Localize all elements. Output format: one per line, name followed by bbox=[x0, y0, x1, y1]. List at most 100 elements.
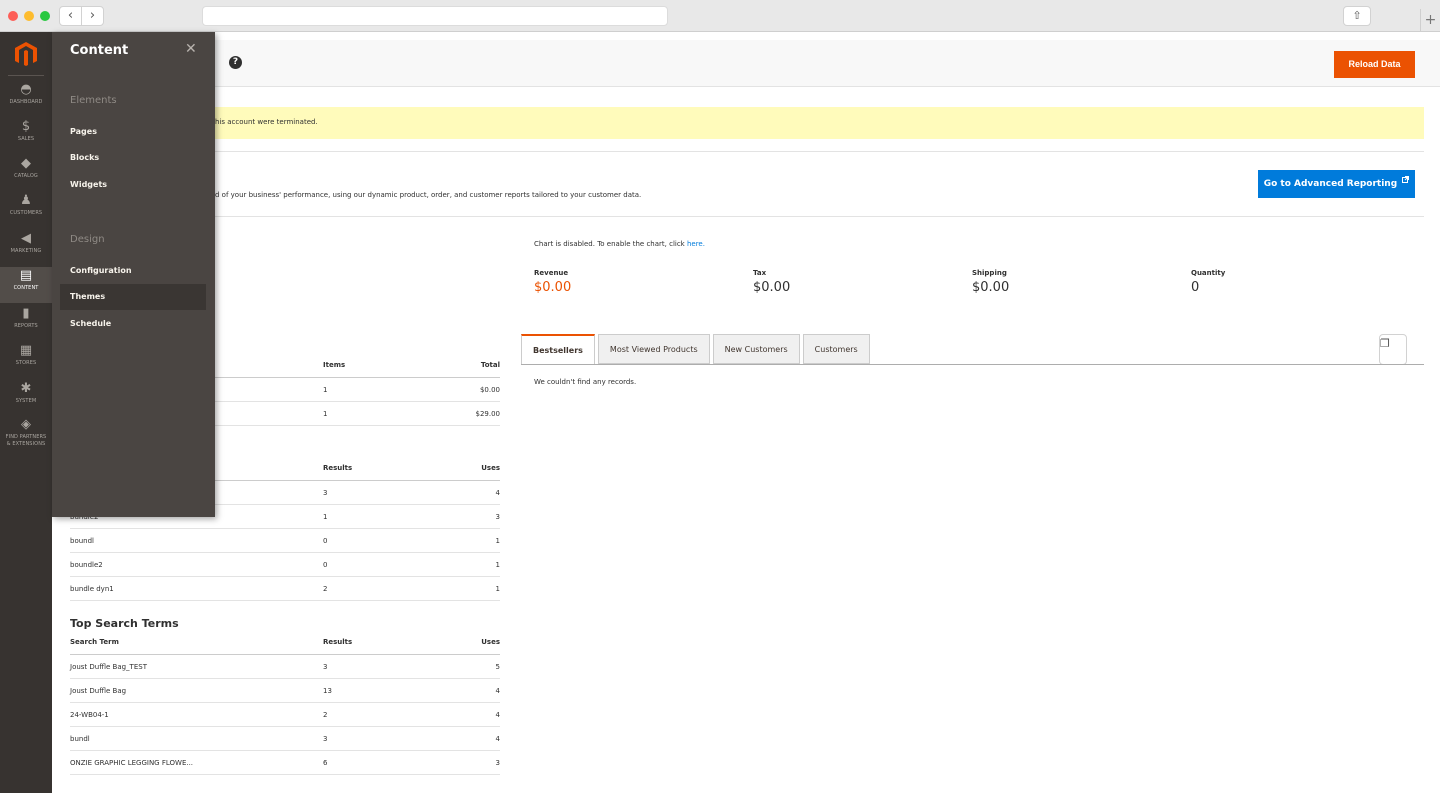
stat-label: Quantity bbox=[1191, 269, 1226, 277]
person-icon: ♟ bbox=[20, 193, 32, 208]
cell-total: $0.00 bbox=[479, 386, 500, 394]
cell-uses: 1 bbox=[495, 537, 500, 545]
table-row[interactable]: Joust Duffle Bag_TEST 3 5 bbox=[70, 655, 500, 679]
table-row[interactable]: boundl 0 1 bbox=[70, 529, 500, 553]
sidebar-item-label: CATALOG bbox=[14, 173, 38, 179]
reload-data-button[interactable]: Reload Data bbox=[1334, 51, 1415, 78]
forward-icon[interactable]: › bbox=[82, 7, 103, 25]
magento-logo-icon[interactable] bbox=[13, 41, 39, 67]
share-icon[interactable]: ⇧ bbox=[1343, 6, 1371, 26]
sidebar-item-sales[interactable]: $ SALES bbox=[0, 118, 52, 154]
new-tab-icon[interactable]: + bbox=[1420, 9, 1440, 31]
address-bar[interactable] bbox=[202, 6, 668, 26]
cell-term: ONZIE GRAPHIC LEGGING FLOWE... bbox=[70, 759, 194, 767]
cell-term: 24-WB04-1 bbox=[70, 711, 109, 719]
cell-uses: 4 bbox=[495, 687, 500, 695]
dollar-icon: $ bbox=[21, 119, 31, 134]
advanced-reporting-label: Go to Advanced Reporting bbox=[1263, 179, 1398, 189]
history-nav: ‹ › bbox=[59, 6, 104, 26]
cell-term: Joust Duffle Bag_TEST bbox=[70, 663, 147, 671]
cell-term: bundle dyn1 bbox=[70, 585, 114, 593]
minimize-window-button[interactable] bbox=[24, 11, 34, 21]
cell-total: $29.00 bbox=[475, 410, 501, 418]
tab-new-customers[interactable]: New Customers bbox=[712, 334, 800, 364]
column-header-items: Items bbox=[323, 361, 346, 369]
flyout-link-configuration[interactable]: Configuration bbox=[70, 266, 132, 275]
table-row[interactable]: 24-WB04-1 2 4 bbox=[70, 703, 500, 727]
cell-results: 2 bbox=[323, 711, 328, 719]
sidebar-item-catalog[interactable]: ◆ CATALOG bbox=[0, 155, 52, 191]
back-icon[interactable]: ‹ bbox=[60, 7, 82, 25]
table-row[interactable]: Joust Duffle Bag 13 4 bbox=[70, 679, 500, 703]
cube-icon: ◆ bbox=[21, 156, 31, 171]
box-icon: ◈ bbox=[21, 417, 31, 432]
dashboard-tabs: Bestsellers Most Viewed Products New Cus… bbox=[521, 334, 873, 365]
flyout-link-themes[interactable]: Themes bbox=[60, 284, 206, 310]
sidebar-item-label: & EXTENSIONS bbox=[6, 441, 46, 447]
cell-items: 1 bbox=[323, 386, 328, 394]
tabs-overview-icon[interactable]: ❐ bbox=[1379, 334, 1407, 365]
cell-uses: 4 bbox=[495, 489, 500, 497]
sidebar-item-label: STORES bbox=[15, 360, 37, 366]
flyout-link-widgets[interactable]: Widgets bbox=[70, 180, 107, 189]
table-row[interactable]: bundl 3 4 bbox=[70, 727, 500, 751]
close-window-button[interactable] bbox=[8, 11, 18, 21]
close-icon[interactable]: ✕ bbox=[185, 41, 197, 57]
table-row[interactable]: ONZIE GRAPHIC LEGGING FLOWE... 6 3 bbox=[70, 751, 500, 775]
stat-label: Shipping bbox=[972, 269, 1007, 277]
sidebar-item-content[interactable]: ▤ CONTENT bbox=[0, 267, 52, 303]
table-row[interactable]: bundle dyn1 2 1 bbox=[70, 577, 500, 601]
zoom-window-button[interactable] bbox=[40, 11, 50, 21]
cell-term: boundl bbox=[70, 537, 94, 545]
sidebar-item-dashboard[interactable]: ◓ DASHBOARD bbox=[0, 81, 52, 117]
sidebar-item-stores[interactable]: ▦ STORES bbox=[0, 342, 52, 378]
column-header-uses: Uses bbox=[481, 464, 500, 472]
stat-value: $0.00 bbox=[972, 280, 1010, 295]
flyout-link-schedule[interactable]: Schedule bbox=[70, 319, 111, 328]
cell-uses: 4 bbox=[495, 711, 500, 719]
content-flyout-menu: Content ✕ Elements Pages Blocks Widgets … bbox=[52, 32, 215, 517]
advanced-reporting-button[interactable]: Go to Advanced Reporting bbox=[1258, 170, 1415, 198]
sidebar-item-label: CUSTOMERS bbox=[9, 210, 43, 216]
stat-tax: Tax $0.00 bbox=[753, 269, 790, 295]
cell-uses: 1 bbox=[495, 585, 500, 593]
enable-chart-link[interactable]: here. bbox=[687, 240, 705, 248]
cell-term: boundle2 bbox=[70, 561, 103, 569]
help-icon[interactable]: ? bbox=[229, 56, 242, 69]
sidebar-item-label: DASHBOARD bbox=[9, 99, 43, 105]
column-header-results: Results bbox=[323, 464, 353, 472]
tab-most-viewed-products[interactable]: Most Viewed Products bbox=[597, 334, 710, 364]
table-row[interactable]: boundle2 0 1 bbox=[70, 553, 500, 577]
flyout-link-pages[interactable]: Pages bbox=[70, 127, 97, 136]
sidebar-item-reports[interactable]: ▮ REPORTS bbox=[0, 305, 52, 341]
chart-disabled-note: Chart is disabled. To enable the chart, … bbox=[534, 240, 705, 248]
cell-uses: 1 bbox=[495, 561, 500, 569]
tab-customers[interactable]: Customers bbox=[802, 334, 870, 364]
store-icon: ▦ bbox=[19, 343, 33, 358]
sidebar-item-label: SALES bbox=[17, 136, 35, 142]
column-header-total: Total bbox=[480, 361, 500, 369]
cell-items: 1 bbox=[323, 410, 328, 418]
external-link-icon bbox=[1402, 176, 1410, 183]
sidebar-item-find-partners[interactable]: ◈ FIND PARTNERS & EXTENSIONS bbox=[0, 416, 52, 452]
flyout-link-blocks[interactable]: Blocks bbox=[70, 153, 99, 162]
sidebar-item-customers[interactable]: ♟ CUSTOMERS bbox=[0, 192, 52, 228]
stat-revenue: Revenue $0.00 bbox=[534, 269, 571, 295]
sidebar-item-marketing[interactable]: ◀ MARKETING bbox=[0, 230, 52, 266]
stat-value: 0 bbox=[1191, 280, 1200, 295]
cell-results: 3 bbox=[323, 735, 328, 743]
sidebar-item-label: CONTENT bbox=[13, 285, 39, 291]
cell-term: bundl bbox=[70, 735, 90, 743]
flyout-heading-design: Design bbox=[70, 234, 105, 245]
flyout-title: Content bbox=[70, 43, 129, 58]
sidebar-item-label: FIND PARTNERS bbox=[5, 434, 47, 440]
layout-icon: ▤ bbox=[19, 268, 33, 283]
cell-uses: 3 bbox=[495, 759, 500, 767]
megaphone-icon: ◀ bbox=[21, 231, 31, 246]
sidebar-item-system[interactable]: ✱ SYSTEM bbox=[0, 380, 52, 416]
tab-bestsellers[interactable]: Bestsellers bbox=[521, 334, 595, 365]
admin-sidebar: ◓ DASHBOARD $ SALES ◆ CATALOG ♟ CUSTOMERS ◀ MARKE… bbox=[0, 32, 52, 793]
sidebar-divider bbox=[8, 75, 44, 76]
stat-quantity: Quantity 0 bbox=[1191, 269, 1225, 295]
stat-shipping: Shipping $0.00 bbox=[972, 269, 1009, 295]
